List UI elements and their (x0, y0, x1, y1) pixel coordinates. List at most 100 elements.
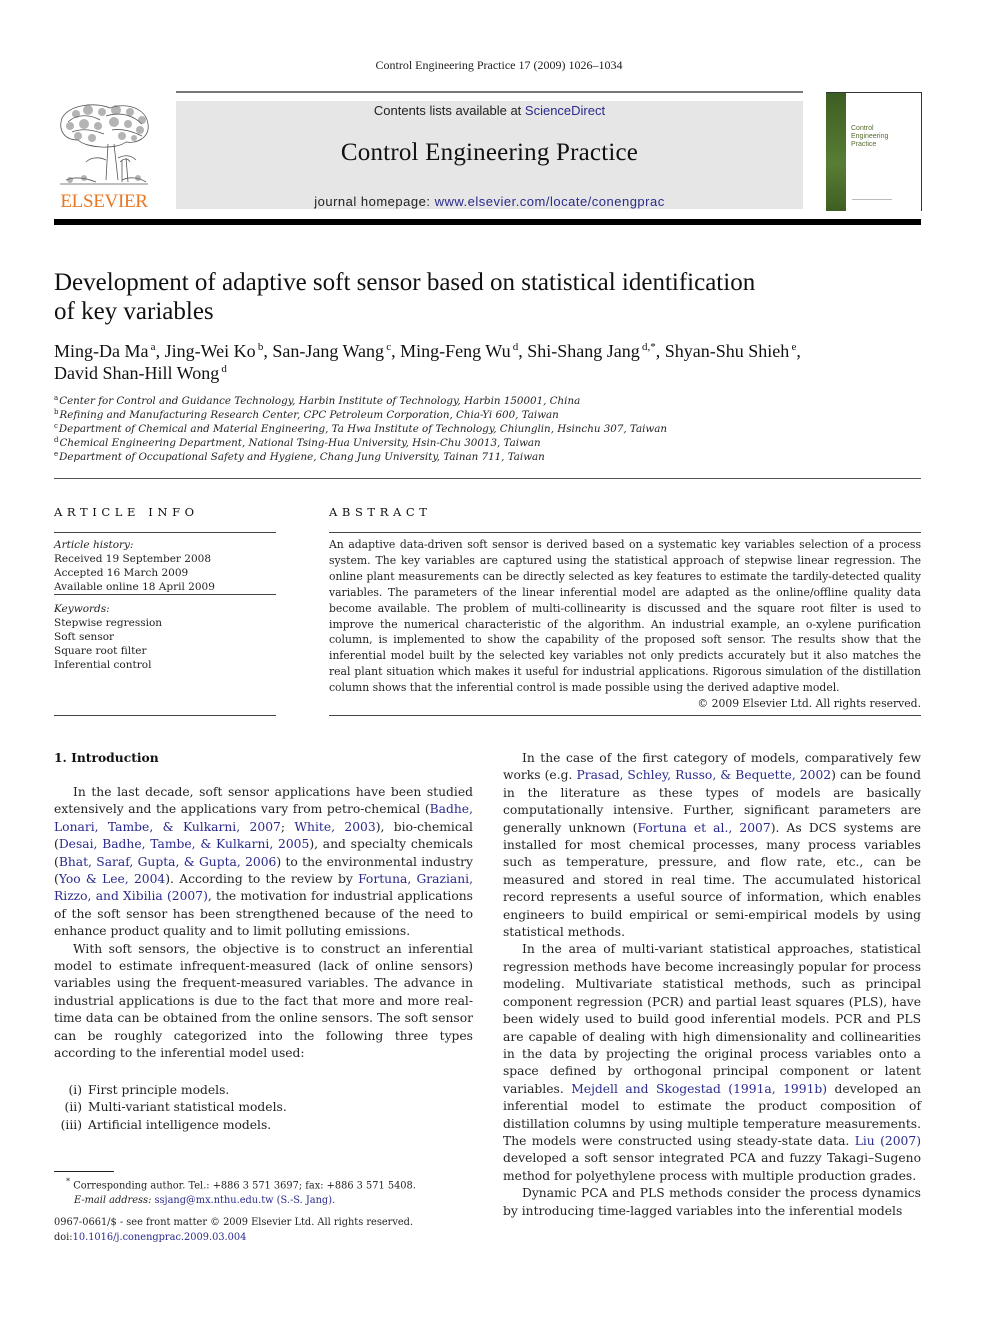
citation-link[interactable]: Prasad, Schley, Russo, & Bequette, 2002 (576, 768, 831, 782)
email-link[interactable]: ssjang@mx.nthu.edu.tw (S.-S. Jang). (155, 1195, 336, 1206)
affiliation: cDepartment of Chemical and Material Eng… (54, 422, 934, 436)
author-name[interactable]: San-Jang Wang (272, 341, 384, 361)
divider (54, 594, 276, 595)
citation-link[interactable]: Fortuna et al., 2007 (637, 821, 770, 835)
divider (329, 532, 921, 533)
affiliation-marker: b (54, 408, 59, 416)
citation-link[interactable]: White, 2003 (294, 820, 375, 834)
keyword: Square root filter (54, 645, 147, 657)
issn-copyright: 0967-0661/$ - see front matter © 2009 El… (54, 1217, 414, 1228)
doi-link[interactable]: 10.1016/j.conengprac.2009.03.004 (73, 1232, 247, 1243)
author-name[interactable]: Jing-Wei Ko (165, 341, 256, 361)
cover-footer-line (852, 199, 892, 200)
affiliation-text: Center for Control and Guidance Technolo… (59, 395, 581, 407)
paragraph: With soft sensors, the objective is to c… (54, 941, 473, 1061)
journal-cover-thumbnail[interactable]: Control Engineering Practice (826, 92, 922, 211)
affiliation-marker: d (54, 436, 59, 444)
running-head: Control Engineering Practice 17 (2009) 1… (375, 58, 623, 72)
affiliation-marker: e (54, 450, 59, 458)
cover-title-line: Practice (851, 141, 877, 148)
elsevier-logo[interactable]: ELSEVIER (54, 100, 154, 212)
keyword: Inferential control (54, 659, 152, 671)
online-date: Available online 18 April 2009 (54, 581, 215, 593)
affiliation-marker: c (54, 422, 58, 430)
model-type-list: (i) First principle models. (ii) Multi-var… (54, 1082, 473, 1134)
list-item: (iii) Artificial intelligence models. (54, 1117, 473, 1134)
author-affiliation-marker: d,* (639, 341, 656, 353)
history-label: Article history: (54, 539, 134, 551)
elsevier-wordmark: ELSEVIER (60, 191, 148, 212)
body-column-left: In the last decade, soft sensor applicat… (54, 784, 473, 1063)
paragraph: In the area of multi-variant statistical… (503, 941, 921, 1185)
body-column-right: In the case of the first category of mod… (503, 750, 921, 1220)
citation-link[interactable]: Liu (2007) (855, 1134, 921, 1148)
homepage-line: journal homepage: www.elsevier.com/locat… (176, 194, 803, 209)
list-item: (ii) Multi-variant statistical models. (54, 1099, 473, 1116)
divider (329, 715, 921, 716)
contents-label: Contents lists available at (373, 103, 525, 118)
sciencedirect-link[interactable]: ScienceDirect (525, 103, 605, 118)
author-name[interactable]: Ming-Da Ma (54, 341, 148, 361)
paragraph-text: ). According to the review by (165, 872, 359, 887)
paragraph: Dynamic PCA and PLS methods consider the… (503, 1186, 921, 1218)
cover-title-line: Engineering (851, 133, 889, 140)
header-rule (176, 91, 803, 93)
list-item: (i) First principle models. (54, 1082, 473, 1099)
divider (54, 532, 276, 533)
affiliation-text: Refining and Manufacturing Research Cent… (59, 409, 559, 421)
citation-link[interactable]: Bhat, Saraf, Gupta, & Gupta, 2006 (59, 855, 277, 869)
list-number: (iii) (60, 1117, 82, 1132)
article-history: Article history: Received 19 September 2… (54, 538, 279, 594)
abstract-heading: ABSTRACT (329, 505, 432, 519)
affiliation-list: aCenter for Control and Guidance Technol… (54, 394, 934, 464)
paragraph: In the case of the first category of mod… (503, 750, 921, 941)
author-affiliation-marker: a (148, 341, 156, 353)
email-label: E-mail address: (74, 1194, 155, 1206)
paragraph-text: In the area of multi-variant statistical… (503, 942, 921, 1096)
affiliation-text: Chemical Engineering Department, Nationa… (59, 437, 541, 449)
author-name[interactable]: David Shan-Hill Wong (54, 363, 219, 383)
received-date: Received 19 September 2008 (54, 553, 212, 565)
affiliation: bRefining and Manufacturing Research Cen… (54, 408, 934, 422)
citation-link[interactable]: Mejdell and Skogestad (1991a, 1991b) (571, 1082, 827, 1096)
section-divider (54, 478, 921, 479)
footnote-rule (54, 1171, 114, 1172)
affiliation: aCenter for Control and Guidance Technol… (54, 394, 934, 408)
list-text: First principle models. (88, 1083, 230, 1097)
journal-homepage-link[interactable]: www.elsevier.com/locate/conengprac (435, 194, 665, 209)
list-number: (i) (68, 1083, 82, 1097)
author-separator: , (391, 341, 401, 361)
author-name[interactable]: Ming-Feng Wu (400, 341, 510, 361)
citation-link[interactable]: Desai, Badhe, Tambe, & Kulkarni, 2005 (59, 837, 310, 851)
paragraph-text: In the last decade, soft sensor applicat… (54, 785, 473, 817)
accepted-date: Accepted 16 March 2009 (54, 567, 189, 579)
elsevier-tree-icon (60, 104, 149, 185)
cover-green-band (826, 93, 846, 211)
affiliation-text: Department of Chemical and Material Engi… (58, 423, 668, 435)
divider (54, 715, 276, 716)
paragraph-text: developed a soft sensor integrated PCA a… (503, 1151, 921, 1183)
title-line-1: Development of adaptive soft sensor base… (54, 269, 756, 296)
cover-title: Control Engineering Practice (851, 125, 888, 149)
citation-link[interactable]: Yoo & Lee, 2004 (59, 872, 165, 886)
cover-title-line: Control (851, 125, 874, 132)
abstract-text: An adaptive data-driven soft sensor is d… (329, 538, 921, 695)
author-name[interactable]: Shyan-Shu Shieh (665, 341, 790, 361)
corresponding-author-footnote: * Corresponding author. Tel.: +886 3 571… (54, 1174, 484, 1208)
keywords: Keywords: Stepwise regression Soft senso… (54, 602, 279, 672)
author-name[interactable]: Shi-Shang Jang (527, 341, 640, 361)
keyword: Stepwise regression (54, 617, 163, 629)
author-separator: , (796, 341, 801, 361)
header-thick-rule (54, 219, 921, 225)
author-affiliation-marker: d (219, 363, 227, 375)
author-separator: , (263, 341, 273, 361)
keywords-label: Keywords: (54, 603, 110, 615)
affiliation: eDepartment of Occupational Safety and H… (54, 450, 934, 464)
front-matter: 0967-0661/$ - see front matter © 2009 El… (54, 1216, 484, 1245)
author-separator: , (155, 341, 165, 361)
list-text: Multi-variant statistical models. (88, 1100, 287, 1115)
contents-line: Contents lists available at ScienceDirec… (176, 103, 803, 118)
journal-title: Control Engineering Practice (340, 139, 639, 166)
affiliation: dChemical Engineering Department, Nation… (54, 436, 934, 450)
affiliation-text: Department of Occupational Safety and Hy… (59, 451, 545, 463)
